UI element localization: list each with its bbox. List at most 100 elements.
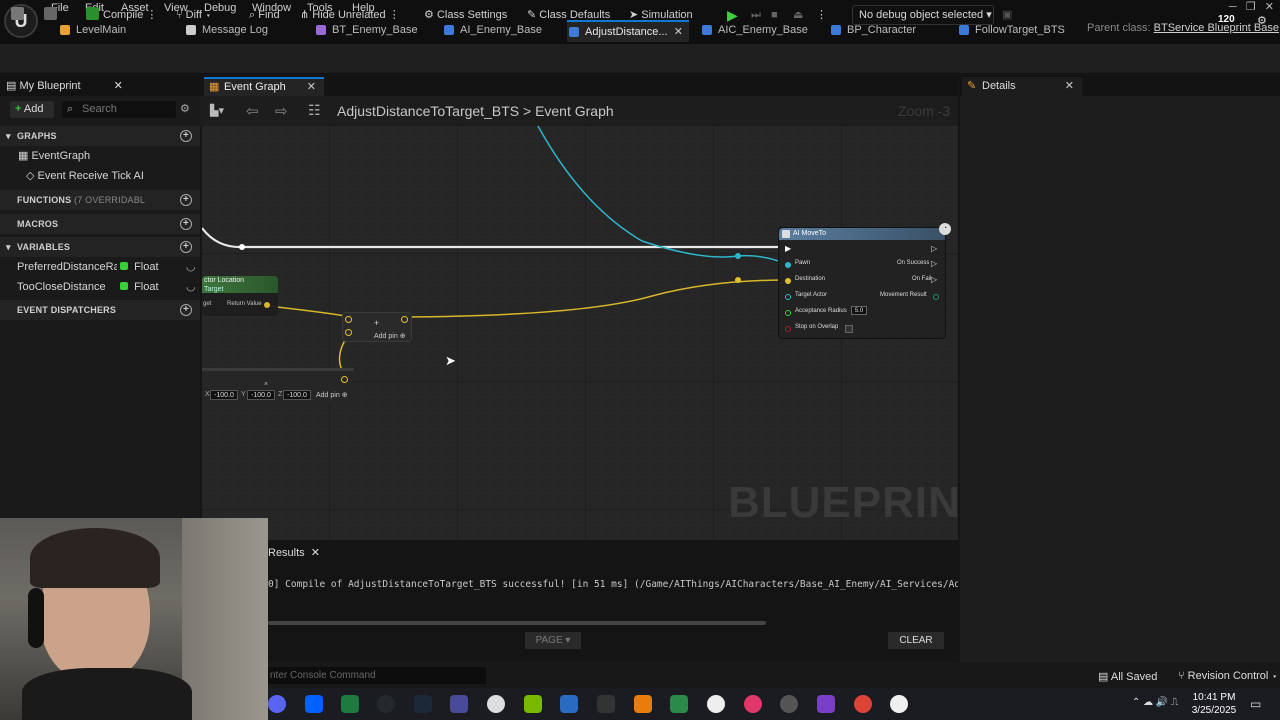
app-icon[interactable]	[744, 695, 762, 713]
close-icon[interactable]: ✕	[311, 547, 320, 559]
get-actor-location-node[interactable]: ctor Location Target get Return Value	[202, 276, 278, 316]
vector-pin-icon[interactable]	[345, 329, 352, 336]
clear-button[interactable]: CLEAR	[888, 632, 944, 649]
parent-class-link[interactable]: BTService Blueprint Base	[1154, 22, 1279, 34]
save-icon[interactable]	[11, 7, 28, 25]
value-input-z[interactable]: -100.0	[283, 390, 311, 400]
hide-unrelated-button[interactable]: ⋔ Hide Unrelated ⋮	[300, 7, 400, 25]
section-variables[interactable]: ▾ VARIABLES +	[0, 237, 200, 257]
add-pin-button[interactable]: Add pin ⊕	[316, 391, 348, 399]
breadcrumb-blueprint[interactable]: AdjustDistanceToTarget_BTS	[337, 103, 519, 119]
eye-icon[interactable]: ◡	[186, 258, 196, 276]
class-defaults-button[interactable]: ✎ Class Defaults	[527, 7, 610, 25]
close-icon[interactable]: ✕	[114, 80, 123, 92]
github-icon[interactable]	[377, 695, 395, 713]
checkbox[interactable]	[845, 325, 853, 333]
exec-out-pin-icon[interactable]: ▷	[931, 244, 937, 253]
vector-pin-icon[interactable]	[264, 302, 270, 308]
breadcrumb-graph[interactable]: Event Graph	[535, 103, 614, 119]
meta-icon[interactable]	[597, 695, 615, 713]
graph-menu-icon[interactable]: ▙▾	[210, 104, 224, 117]
close-icon[interactable]: ✕	[1065, 77, 1074, 95]
revision-control-button[interactable]: ⑂ Revision Control ▾	[1178, 670, 1278, 682]
tree-item-eventgraph[interactable]: ▦ EventGraph	[0, 147, 200, 165]
play-options-icon[interactable]: ⋮	[816, 7, 827, 25]
back-arrow-icon[interactable]: ⇦	[246, 102, 259, 120]
unreal-engine-icon[interactable]	[890, 695, 908, 713]
nvidia-icon[interactable]	[524, 695, 542, 713]
system-clock[interactable]: 10:41 PM 3/25/2025	[1188, 691, 1240, 717]
tree-item-event-tick[interactable]: ◇ Event Receive Tick AI	[0, 167, 200, 185]
find-button[interactable]: ⌕ Find	[249, 7, 280, 25]
eye-icon[interactable]: ◡	[186, 278, 196, 296]
blender-icon[interactable]	[634, 695, 652, 713]
obs-icon[interactable]	[487, 695, 505, 713]
class-settings-button[interactable]: ⚙ Class Settings	[424, 7, 507, 25]
minimize-icon[interactable]: ─	[1229, 1, 1237, 13]
window-controls[interactable]: ─ ❐ ✕	[1229, 0, 1274, 13]
add-dispatcher-icon[interactable]: +	[180, 304, 192, 316]
ai-moveto-node[interactable]: AI MoveTo ◔ ▶ ▷ Pawn Destination Target …	[778, 223, 951, 339]
system-tray-icons[interactable]: ⌃ ☁ 🔊 ⎍	[1132, 697, 1178, 708]
variable-row[interactable]: TooCloseDistance Float ◡	[0, 278, 200, 296]
debug-object-select[interactable]: No debug object selected ▾	[852, 5, 994, 25]
value-input-y[interactable]: -100.0	[247, 390, 275, 400]
discord-icon[interactable]	[268, 695, 286, 713]
section-event-dispatchers[interactable]: EVENT DISPATCHERS +	[0, 300, 200, 320]
make-vector-node[interactable]: × X -100.0 Y -100.0 Z -100.0 Add pin ⊕	[202, 368, 354, 404]
horizontal-scrollbar[interactable]	[268, 621, 766, 625]
eject-icon[interactable]: ⏏	[793, 7, 803, 25]
hierarchy-icon[interactable]: ☷	[308, 102, 321, 119]
play-icon[interactable]: ▶	[727, 7, 738, 25]
app-icon[interactable]	[780, 695, 798, 713]
tab-results[interactable]: Results ✕	[268, 546, 320, 559]
float-pin-icon[interactable]	[785, 310, 791, 316]
bool-pin-icon[interactable]	[785, 326, 791, 332]
close-icon[interactable]: ✕	[1265, 1, 1274, 13]
tab-close-icon[interactable]: ✕	[674, 22, 683, 42]
add-graph-icon[interactable]: +	[180, 130, 192, 142]
all-saved-button[interactable]: ▤ All Saved	[1098, 670, 1157, 683]
add-variable-icon[interactable]: +	[180, 241, 192, 253]
section-graphs[interactable]: ▾ GRAPHS +	[0, 126, 200, 146]
tab-my-blueprint[interactable]: ▤ My Blueprint ✕	[6, 79, 123, 92]
search-input[interactable]: ⌕ Search	[62, 101, 176, 118]
close-icon[interactable]: ✕	[307, 79, 316, 95]
debug-target-icon[interactable]: ▣	[1002, 7, 1012, 25]
vector-pin-icon[interactable]	[785, 278, 791, 284]
add-pin-button[interactable]: Add pin ⊕	[374, 332, 406, 340]
step-icon[interactable]: ⏭	[751, 7, 761, 25]
console-command-input[interactable]: nter Console Command	[268, 667, 486, 684]
gear-icon[interactable]: ⚙	[180, 102, 190, 115]
exec-in-pin-icon[interactable]: ▶	[785, 244, 791, 253]
notification-icon[interactable]: ▭	[1250, 697, 1261, 711]
forward-arrow-icon[interactable]: ⇨	[275, 102, 288, 120]
add-function-icon[interactable]: +	[180, 194, 192, 206]
app-icon[interactable]	[560, 695, 578, 713]
restore-icon[interactable]: ❐	[1246, 1, 1256, 13]
add-vector-node[interactable]: + Add pin ⊕	[342, 312, 412, 342]
add-macro-icon[interactable]: +	[180, 218, 192, 230]
section-macros[interactable]: MACROS +	[0, 214, 200, 234]
add-button[interactable]: + Add	[10, 101, 54, 118]
section-functions[interactable]: FUNCTIONS (7 OVERRIDABL +	[0, 190, 200, 210]
clock-app-icon[interactable]	[707, 695, 725, 713]
steam-icon[interactable]	[414, 695, 432, 713]
diff-button[interactable]: ⑂ Diff ▾	[176, 7, 212, 25]
value-input-x[interactable]: -100.0	[210, 390, 238, 400]
exec-out-pin-icon[interactable]: ▷	[931, 275, 937, 284]
simulation-button[interactable]: ➤ Simulation	[629, 7, 693, 25]
compile-button[interactable]: Compile ⋮	[86, 7, 157, 25]
tab-details[interactable]: ✎ Details ✕	[962, 77, 1082, 96]
vector-pin-icon[interactable]	[345, 316, 352, 323]
chrome-icon[interactable]	[854, 695, 872, 713]
object-pin-icon[interactable]	[785, 262, 791, 268]
exec-out-pin-icon[interactable]: ▷	[931, 259, 937, 268]
dropbox-icon[interactable]	[305, 695, 323, 713]
stop-icon[interactable]: ■	[771, 7, 778, 25]
variable-row[interactable]: PreferredDistanceRai Float ◡	[0, 258, 200, 276]
object-pin-icon[interactable]	[785, 294, 791, 300]
visual-studio-icon[interactable]	[817, 695, 835, 713]
enum-pin-icon[interactable]	[933, 294, 939, 300]
terminal-icon[interactable]	[670, 695, 688, 713]
